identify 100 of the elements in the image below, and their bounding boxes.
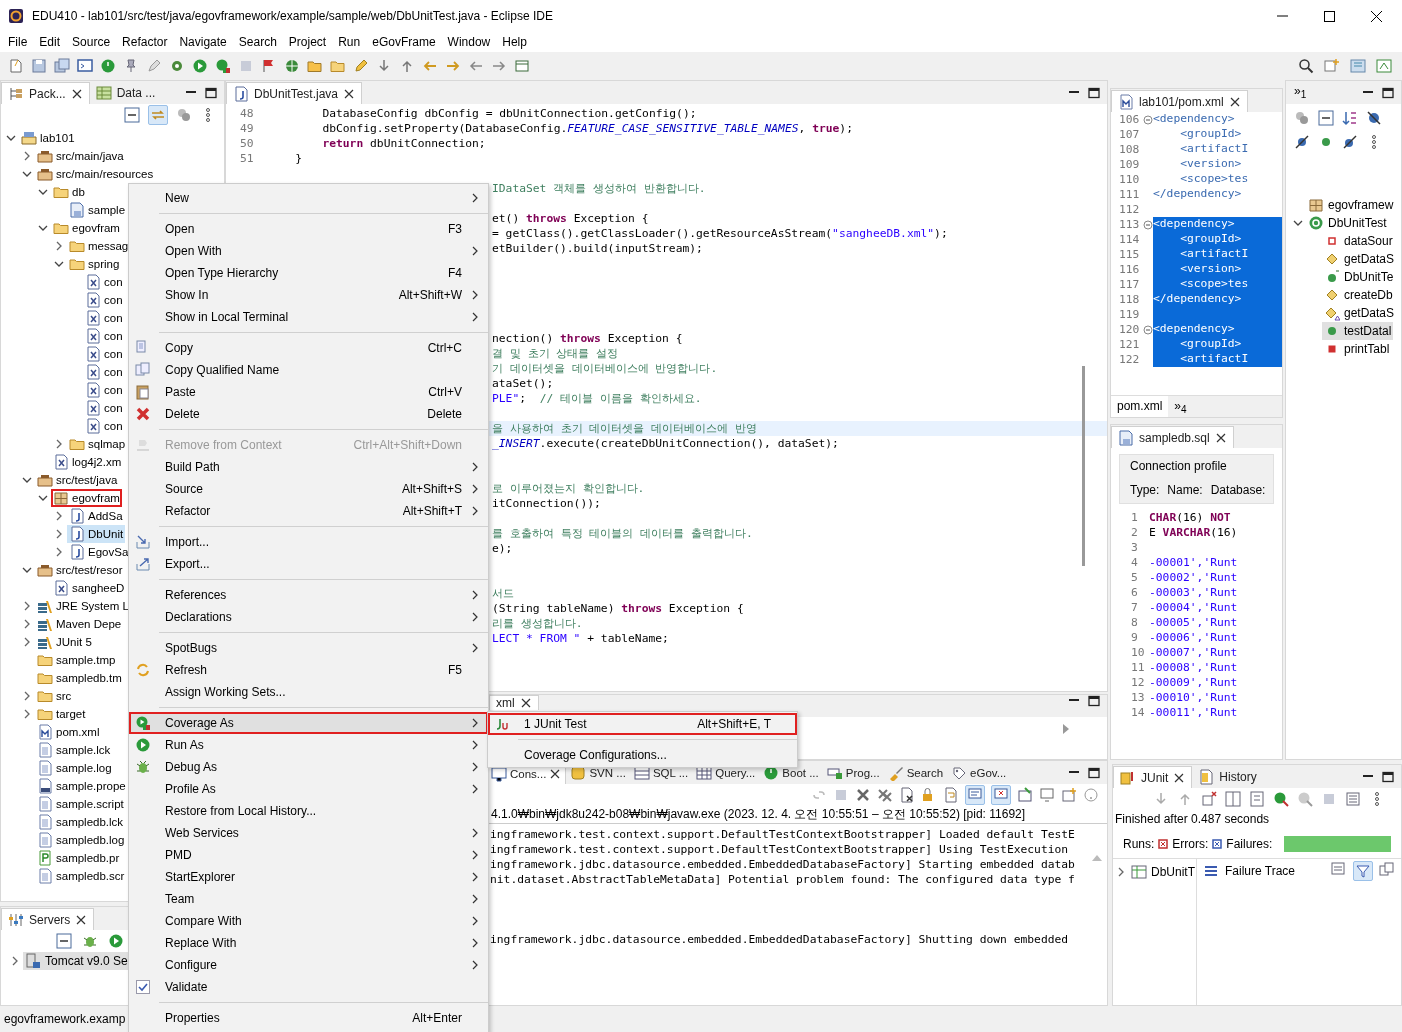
tree-item[interactable]: sample.lck [35, 741, 113, 759]
menu-item[interactable]: Help [498, 35, 535, 49]
menu-item[interactable]: Search [234, 35, 285, 49]
outline-item[interactable]: createDb [1322, 286, 1395, 304]
outline-item[interactable]: dataSour [1322, 232, 1395, 250]
menu-item[interactable]: Paste Ctrl+V [129, 381, 488, 403]
tree-item[interactable]: sample [67, 201, 128, 219]
tree-item[interactable]: sampledb.scr [35, 867, 127, 885]
tree-item[interactable]: con [83, 273, 125, 291]
tree-item[interactable]: con [83, 399, 125, 417]
menu-item[interactable]: Source [68, 35, 119, 49]
tree-item[interactable]: egovfram [51, 489, 122, 507]
tree-item[interactable]: AddSa [67, 507, 125, 525]
tree-item[interactable]: sample.prope [35, 777, 128, 795]
menu-item[interactable]: Open Type Hierarchy F4 [129, 262, 488, 284]
menu-item[interactable]: Navigate [175, 35, 235, 49]
tree-item[interactable]: src/main/resources [35, 165, 156, 183]
tab[interactable]: Servers [1, 908, 95, 930]
menu-item[interactable]: eGovFrame [368, 35, 444, 49]
tab[interactable]: DbUnitTest.java [226, 82, 363, 104]
outline-item[interactable]: getDataS [1322, 250, 1397, 268]
tab[interactable]: JUnit [1113, 766, 1193, 788]
menu-item[interactable]: Profile As [129, 778, 488, 800]
outline-item[interactable]: printTabl [1322, 340, 1392, 358]
menu-item[interactable]: Properties Alt+Enter [129, 1007, 488, 1029]
tree-item[interactable]: con [83, 309, 125, 327]
menu-item[interactable]: Configure [129, 954, 488, 976]
menu-item[interactable]: Show In Alt+Shift+W [129, 284, 488, 306]
tree-item[interactable]: sampledb.log [35, 831, 127, 849]
tree-item[interactable]: messag [67, 237, 131, 255]
menu-item[interactable]: Copy Qualified Name [129, 359, 488, 381]
menu-item[interactable]: Source Alt+Shift+S [129, 478, 488, 500]
menu-item[interactable]: Replace With [129, 932, 488, 954]
menu-item[interactable]: Declarations [129, 606, 488, 628]
menu-item[interactable]: Refresh F5 [129, 659, 488, 681]
tab[interactable]: Data ... [89, 82, 162, 104]
tab[interactable]: Prog... [822, 762, 884, 784]
tree-item[interactable]: Maven Depe [35, 615, 124, 633]
tree-item[interactable]: pom.xml [35, 723, 102, 741]
outline-item[interactable]: DbUnitTe [1322, 268, 1396, 286]
menu-item[interactable]: New [129, 187, 488, 209]
menu-item[interactable]: Export... [129, 553, 488, 575]
tree-item[interactable]: sampledb.lck [35, 813, 126, 831]
menu-item[interactable]: Copy Ctrl+C [129, 337, 488, 359]
tree-item[interactable]: JUnit 5 [35, 633, 94, 651]
menu-item[interactable]: Open F3 [129, 218, 488, 240]
tree-item[interactable]: JRE System L [35, 597, 131, 615]
outline-item[interactable]: DbUnitTest [1306, 214, 1389, 232]
tree-item[interactable]: sample.script [35, 795, 126, 813]
menu-item[interactable]: Open With [129, 240, 488, 262]
menu-item[interactable]: PMD [129, 844, 488, 866]
tree-item[interactable]: con [83, 381, 125, 399]
tree-item[interactable]: con [83, 291, 125, 309]
tree-item[interactable]: spring [67, 255, 122, 273]
tab[interactable]: »$_{4}$ [1168, 396, 1193, 417]
menu-item[interactable]: Window [443, 35, 499, 49]
outline-item[interactable]: testDatal [1322, 322, 1394, 340]
tree-item[interactable]: sqlmap [67, 435, 128, 453]
tree-item[interactable]: con [83, 417, 125, 435]
tab[interactable]: eGov... [947, 762, 1011, 784]
menu-item[interactable]: StartExplorer [129, 866, 488, 888]
menu-item[interactable]: Refactor Alt+Shift+T [129, 500, 488, 522]
menu-item[interactable]: Coverage As [129, 712, 488, 734]
menu-item[interactable]: Run [334, 35, 369, 49]
tree-item[interactable]: db [51, 183, 87, 201]
tree-item[interactable]: src/test/java [35, 471, 120, 489]
menu-item[interactable]: Compare With [129, 910, 488, 932]
menu-item[interactable]: Web Services [129, 822, 488, 844]
tree-item[interactable]: con [83, 327, 125, 345]
test-item[interactable]: DbUnitT [1129, 863, 1197, 881]
tab[interactable]: sampledb.sql [1111, 426, 1234, 448]
tree-item[interactable]: sampledb.pr [35, 849, 122, 867]
menu-item[interactable]: References [129, 584, 488, 606]
tree-item[interactable]: sample.log [35, 759, 114, 777]
menu-item[interactable]: Import... [129, 531, 488, 553]
menu-item[interactable]: Validate [129, 976, 488, 998]
tree-item[interactable]: sangheeD [51, 579, 127, 597]
tab[interactable]: Search [883, 762, 948, 784]
tree-item[interactable]: sample.tmp [35, 651, 118, 669]
tree-item[interactable]: src/main/java [35, 147, 126, 165]
menu-item[interactable]: Delete Delete [129, 403, 488, 425]
tree-item[interactable]: target [35, 705, 88, 723]
tree-item[interactable]: src/test/resor [35, 561, 125, 579]
tab[interactable]: pom.xml [1111, 396, 1169, 417]
tree-item[interactable]: lab101 [19, 129, 77, 147]
outline-item[interactable]: egovframew [1306, 196, 1396, 214]
tree-item[interactable]: egovfram [51, 219, 122, 237]
menu-item[interactable]: Debug As [129, 756, 488, 778]
outline-item[interactable]: getDataS [1322, 304, 1397, 322]
menu-item[interactable]: Run As [129, 734, 488, 756]
menu-item[interactable]: Assign Working Sets... [129, 681, 488, 703]
tab[interactable]: Pack... [1, 82, 90, 104]
tree-item[interactable]: con [83, 345, 125, 363]
menu-item[interactable]: Team [129, 888, 488, 910]
tree-item[interactable]: con [83, 363, 125, 381]
tab[interactable]: lab101/pom.xml [1111, 90, 1248, 112]
menu-item[interactable]: SpotBugs [129, 637, 488, 659]
server-item[interactable]: Tomcat v9.0 Se [23, 952, 130, 970]
menu-item[interactable]: Edit [35, 35, 69, 49]
tab[interactable]: xml [489, 695, 539, 710]
